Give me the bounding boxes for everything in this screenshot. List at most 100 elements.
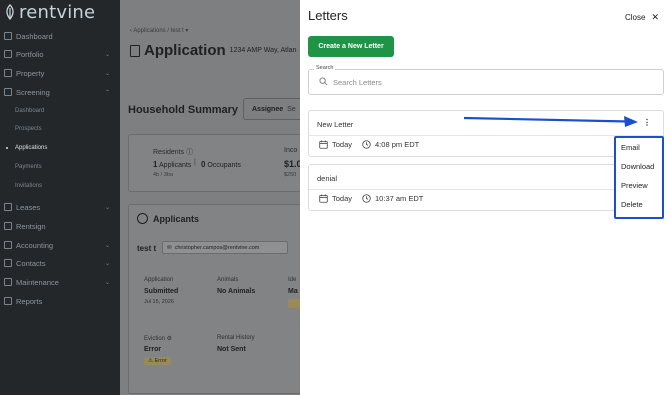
sidebar-item-label: Rentsign [16, 221, 46, 231]
assignee-label: Assignee [252, 105, 284, 113]
annotation-arrow-icon [463, 116, 638, 127]
search-label: Search [314, 65, 336, 71]
search-box[interactable] [308, 69, 664, 95]
more-options-icon[interactable]: ⋮ [643, 117, 651, 129]
clipboard-icon [4, 88, 12, 96]
occupants-count-value: 0 [201, 160, 206, 169]
sidebar-item-label: Contacts [16, 258, 46, 268]
household-card: Residents ⓘ 1 Applicants | 0 Occupants 4… [128, 134, 300, 192]
chevron-up-icon: ⌃ [104, 89, 110, 96]
rental-history-label: Rental History [217, 335, 255, 341]
income-value: $1.0 [284, 159, 300, 169]
applicants-section-title: Applicants [153, 214, 200, 224]
close-label: Close [625, 13, 646, 22]
letter-time: 4:08 pm EDT [375, 140, 420, 149]
letter-name[interactable]: New Letter [317, 120, 353, 129]
unit-info: 4b / 3ba [153, 172, 173, 178]
occupants-count-label: Occupants [207, 162, 241, 169]
dashboard-icon [4, 32, 12, 40]
application-page: ‹ Applications / test t ▾ Application 12… [120, 0, 300, 395]
sidebar-subitem-invitations[interactable]: Invitations [0, 178, 120, 194]
sidebar-subitem-label: Applications [15, 145, 48, 151]
sidebar-item-label: Property [16, 68, 45, 78]
row-divider [309, 189, 663, 190]
menu-item-email[interactable]: Email [621, 143, 640, 152]
applicant-email-chip[interactable]: ✉ christopher.campos@rentvine.com [162, 241, 288, 254]
panel-title: Letters [308, 8, 348, 23]
sidebar-subitem-applications[interactable]: Applications [0, 140, 120, 156]
animals-value: No Animals [217, 288, 256, 295]
letter-actions-menu: Email Download Preview Delete [614, 136, 664, 219]
chevron-down-icon: ⌄ [104, 204, 110, 211]
rentvine-logo-icon [6, 4, 14, 20]
breadcrumb[interactable]: ‹ Applications / test t ▾ [130, 27, 188, 34]
sidebar-item-contacts[interactable]: Contacts ⌄ [0, 254, 120, 272]
close-button[interactable]: Close ✕ [625, 12, 659, 23]
letter-name[interactable]: denial [317, 174, 337, 183]
search-icon [319, 77, 328, 86]
application-status: Submitted [144, 288, 179, 295]
eviction-label: Eviction ⚙ [144, 336, 173, 342]
sidebar-item-screening[interactable]: Screening ⌃ [0, 83, 120, 101]
assignee-select[interactable]: Assignee Se [243, 98, 300, 120]
sidebar-item-label: Leases [16, 202, 41, 212]
rentvine-logo[interactable]: rentvine [4, 1, 96, 23]
letter-date: Today [332, 140, 353, 149]
chevron-down-icon: ⌄ [104, 260, 110, 267]
property-address: 1234 AMP Way, Atlan [229, 47, 297, 54]
brand-name: rentvine [19, 1, 96, 23]
occupants-count: 0 Occupants [201, 160, 241, 169]
count-divider: | [194, 159, 196, 166]
calendar-icon [319, 194, 328, 203]
identity-value: Ma [288, 288, 298, 295]
menu-item-download[interactable]: Download [621, 162, 654, 171]
search-input[interactable] [333, 75, 653, 89]
letter-meta: Today 4:08 pm EDT [319, 140, 419, 149]
home-icon [4, 69, 12, 77]
applicants-card: Applicants test t ✉ christopher.campos@r… [128, 204, 300, 394]
applicant-name[interactable]: test t [137, 244, 156, 253]
applicant-email: christopher.campos@rentvine.com [174, 244, 260, 251]
create-letter-button[interactable]: Create a New Letter [308, 36, 394, 57]
sidebar-subitem-label: Payments [15, 164, 42, 170]
sidebar-item-portfolio[interactable]: Portfolio ⌄ [0, 45, 120, 63]
sidebar-subitem-payments[interactable]: Payments [0, 159, 120, 175]
row-divider [309, 135, 663, 136]
contacts-icon [4, 259, 12, 267]
letter-row[interactable]: denial Today 10:37 am EDT [308, 164, 664, 211]
chevron-down-icon: ⌄ [104, 51, 110, 58]
letter-meta: Today 10:37 am EDT [319, 194, 423, 203]
calculator-icon [4, 241, 12, 249]
sidebar-item-property[interactable]: Property ⌄ [0, 64, 120, 82]
menu-item-preview[interactable]: Preview [621, 181, 648, 190]
sidebar-item-rentsign[interactable]: Rentsign [0, 217, 120, 235]
sidebar-subitem-label: Prospects [15, 126, 42, 132]
document-icon [130, 44, 140, 57]
chevron-down-icon: ⌄ [104, 242, 110, 249]
sidebar-subitem-dashboard[interactable]: Dashboard [0, 103, 120, 119]
document-icon [4, 203, 12, 211]
active-indicator-dot [6, 147, 8, 149]
sidebar-item-leases[interactable]: Leases ⌄ [0, 198, 120, 216]
briefcase-icon [4, 50, 12, 58]
applicants-count: 1 Applicants [153, 160, 191, 169]
sidebar-item-accounting[interactable]: Accounting ⌄ [0, 236, 120, 254]
application-label: Application [144, 277, 174, 283]
sidebar-item-dashboard[interactable]: Dashboard [0, 27, 120, 45]
pen-icon [4, 222, 12, 230]
household-summary-title: Household Summary [128, 104, 239, 116]
sidebar-item-maintenance[interactable]: Maintenance ⌄ [0, 273, 120, 291]
sidebar-item-reports[interactable]: Reports [0, 292, 120, 310]
application-date: Jul 15, 2026 [144, 299, 174, 305]
sidebar-subitem-prospects[interactable]: Prospects [0, 121, 120, 137]
identity-label: Ide [288, 277, 297, 283]
chart-icon [4, 297, 12, 305]
income-sub: $250 [284, 172, 297, 178]
menu-item-delete[interactable]: Delete [621, 200, 643, 209]
chevron-down-icon: ⌄ [104, 279, 110, 286]
sidebar-item-label: Accounting [16, 240, 54, 250]
identity-badge [288, 299, 300, 308]
residents-label: Residents ⓘ [153, 149, 194, 156]
chevron-down-icon: ⌄ [104, 70, 110, 77]
rental-history-value: Not Sent [217, 346, 246, 353]
